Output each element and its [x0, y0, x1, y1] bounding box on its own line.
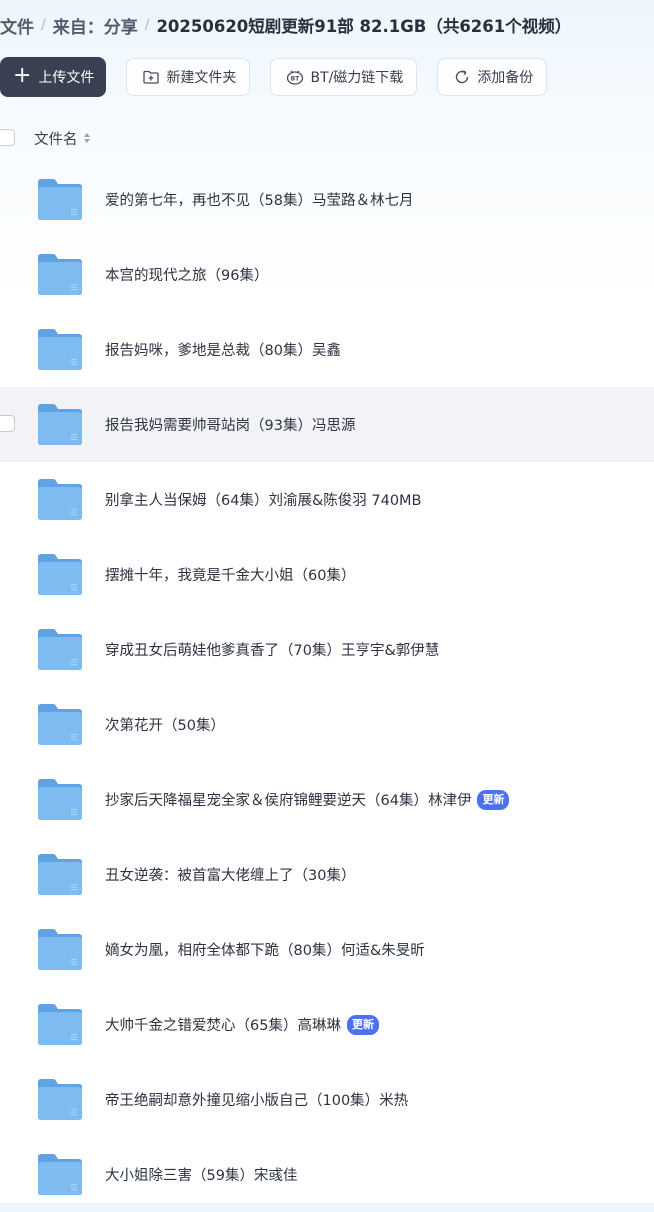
folder-icon [37, 1003, 83, 1046]
row-checkbox[interactable] [0, 415, 15, 432]
file-name[interactable]: 本宫的现代之旅（96集） [105, 237, 268, 312]
file-row[interactable]: 报告我妈需要帅哥站岗（93集）冯思源 [0, 387, 654, 462]
breadcrumb-current: 20250620短剧更新91部 82.1GB（共6261个视频） [156, 17, 572, 36]
file-name[interactable]: 报告我妈需要帅哥站岗（93集）冯思源 [105, 387, 355, 462]
folder-icon [37, 553, 83, 596]
file-name[interactable]: 别拿主人当保姆（64集）刘渝展&陈俊羽 740MB [105, 462, 422, 537]
file-name[interactable]: 报告妈咪，爹地是总裁（80集）吴鑫 [105, 312, 341, 387]
file-row[interactable]: 次第花开（50集） [0, 687, 654, 762]
folder-icon [37, 778, 83, 821]
file-row[interactable]: 爱的第七年，再也不见（58集）马莹路＆林七月 [0, 162, 654, 237]
file-row[interactable]: 嫡女为凰，相府全体都下跪（80集）何适&朱旻昕 [0, 912, 654, 987]
file-name-text: 穿成丑女后萌娃他爹真香了（70集）王亨宇&郭伊慧 [105, 643, 440, 659]
file-name-text: 丑女逆袭：被首富大佬缠上了（30集） [105, 868, 356, 884]
svg-text:BT: BT [291, 76, 301, 83]
folder-icon [37, 628, 83, 671]
file-name-text: 次第花开（50集） [105, 718, 225, 734]
folder-icon [37, 1078, 83, 1121]
file-name-text: 报告妈咪，爹地是总裁（80集）吴鑫 [105, 343, 341, 359]
file-name-text: 嫡女为凰，相府全体都下跪（80集）何适&朱旻昕 [105, 943, 425, 959]
file-row[interactable]: 大小姐除三害（59集）宋彧佳 [0, 1137, 654, 1212]
folder-icon [37, 328, 83, 371]
file-row[interactable]: 报告妈咪，爹地是总裁（80集）吴鑫 [0, 312, 654, 387]
folder-icon [37, 478, 83, 521]
breadcrumb: 文件 / 来自：分享 / 20250620短剧更新91部 82.1GB（共626… [0, 12, 571, 38]
file-name[interactable]: 穿成丑女后萌娃他爹真香了（70集）王亨宇&郭伊慧 [105, 612, 439, 687]
folder-icon [37, 403, 83, 446]
folder-icon [37, 928, 83, 971]
bt-download-button-label: BT/磁力链下载 [310, 70, 404, 86]
file-name-text: 本宫的现代之旅（96集） [105, 268, 269, 284]
file-name-text: 摆摊十年，我竟是千金大小姐（60集） [105, 568, 356, 584]
upload-button-label: 上传文件 [38, 70, 95, 86]
new-folder-button[interactable]: 新建文件夹 [126, 58, 251, 96]
sort-icon [83, 132, 91, 144]
file-name-text: 别拿主人当保姆（64集）刘渝展&陈俊羽 740MB [105, 493, 422, 509]
file-name-text: 抄家后天降福星宠全家＆侯府锦鲤要逆天（64集）林津伊 [105, 793, 472, 809]
file-row[interactable]: 本宫的现代之旅（96集） [0, 237, 654, 312]
name-column-label: 文件名 [34, 131, 78, 148]
bt-download-button[interactable]: BT BT/磁力链下载 [270, 58, 418, 96]
file-name[interactable]: 帝王绝嗣却意外撞见缩小版自己（100集）米热 [105, 1062, 408, 1137]
folder-icon [37, 1153, 83, 1196]
new-folder-icon [142, 68, 160, 86]
file-row[interactable]: 抄家后天降福星宠全家＆侯府锦鲤要逆天（64集）林津伊 更新 [0, 762, 654, 837]
file-row[interactable]: 帝王绝嗣却意外撞见缩小版自己（100集）米热 [0, 1062, 654, 1137]
folder-icon [37, 253, 83, 296]
file-name[interactable]: 次第花开（50集） [105, 687, 225, 762]
file-name-text: 报告我妈需要帅哥站岗（93集）冯思源 [105, 418, 356, 434]
update-badge: 更新 [346, 1014, 379, 1035]
folder-icon [37, 178, 83, 221]
file-name[interactable]: 抄家后天降福星宠全家＆侯府锦鲤要逆天（64集）林津伊 更新 [105, 762, 510, 837]
breadcrumb-separator: / [41, 17, 46, 33]
bt-icon: BT [286, 68, 304, 86]
file-name[interactable]: 大帅千金之错爱焚心（65集）高琳琳 更新 [105, 987, 379, 1062]
file-row[interactable]: 大帅千金之错爱焚心（65集）高琳琳 更新 [0, 987, 654, 1062]
file-name[interactable]: 摆摊十年，我竟是千金大小姐（60集） [105, 537, 355, 612]
file-name[interactable]: 爱的第七年，再也不见（58集）马莹路＆林七月 [105, 162, 413, 237]
file-name-text: 大帅千金之错爱焚心（65集）高琳琳 [105, 1018, 341, 1034]
file-name-text: 爱的第七年，再也不见（58集）马莹路＆林七月 [105, 193, 414, 209]
update-badge: 更新 [477, 789, 510, 810]
file-name[interactable]: 大小姐除三害（59集）宋彧佳 [105, 1137, 297, 1212]
plus-icon: + [13, 63, 32, 88]
file-row[interactable]: 穿成丑女后萌娃他爹真香了（70集）王亨宇&郭伊慧 [0, 612, 654, 687]
select-all-checkbox[interactable] [0, 129, 15, 146]
new-folder-button-label: 新建文件夹 [166, 70, 237, 86]
file-name-text: 帝王绝嗣却意外撞见缩小版自己（100集）米热 [105, 1093, 409, 1109]
add-backup-button-label: 添加备份 [477, 70, 534, 86]
breadcrumb-root[interactable]: 文件 [0, 13, 34, 38]
folder-icon [37, 703, 83, 746]
file-name-text: 大小姐除三害（59集）宋彧佳 [105, 1168, 298, 1184]
sort-by-name[interactable]: 文件名 [34, 128, 91, 149]
breadcrumb-from[interactable]: 来自：分享 [53, 13, 138, 38]
file-name[interactable]: 嫡女为凰，相府全体都下跪（80集）何适&朱旻昕 [105, 912, 425, 987]
add-backup-button[interactable]: 添加备份 [437, 58, 548, 96]
folder-icon [37, 853, 83, 896]
breadcrumb-separator: / [144, 17, 150, 33]
file-row[interactable]: 丑女逆袭：被首富大佬缠上了（30集） [0, 837, 654, 912]
file-name[interactable]: 丑女逆袭：被首富大佬缠上了（30集） [105, 837, 355, 912]
upload-button[interactable]: + 上传文件 [0, 57, 107, 97]
file-row[interactable]: 别拿主人当保姆（64集）刘渝展&陈俊羽 740MB [0, 462, 654, 537]
toolbar: + 上传文件 新建文件夹 BT BT/磁力链下载 添加备份 [0, 57, 567, 97]
file-row[interactable]: 摆摊十年，我竟是千金大小姐（60集） [0, 537, 654, 612]
file-list-header: 文件名 [0, 124, 654, 152]
file-list: 爱的第七年，再也不见（58集）马莹路＆林七月 本宫的现代之旅（96集） 报告妈咪… [0, 162, 654, 1212]
sync-icon [453, 68, 471, 86]
